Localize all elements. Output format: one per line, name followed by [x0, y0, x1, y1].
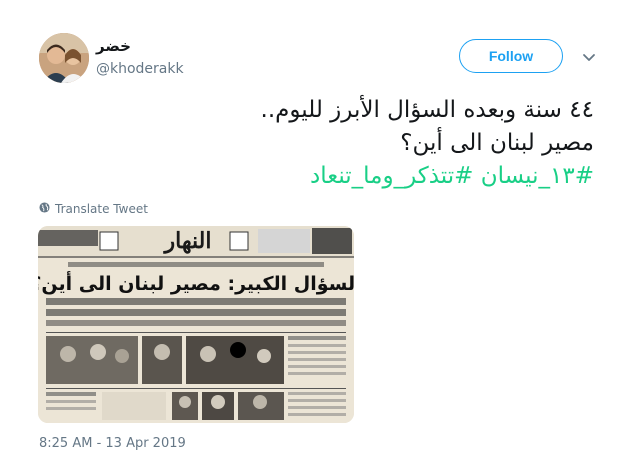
hashtag-link[interactable]: #١٣_نيسان: [481, 163, 594, 189]
translate-tweet-link[interactable]: Translate Tweet: [39, 202, 148, 216]
masthead: النهار: [163, 228, 212, 254]
tweet-text: ٤٤ سنة وبعده السؤال الأبرز لليوم.. مصير …: [39, 94, 594, 193]
author-display-name[interactable]: خضر: [96, 37, 156, 55]
headline: السؤال الكبير: مصير لبنان الى أين؟: [38, 271, 354, 295]
tweet-card: خضر @khoderakk Follow ٤٤ سنة وبعده السؤا…: [0, 0, 637, 467]
chevron-down-icon[interactable]: [582, 49, 596, 63]
user-avatar-image: [39, 33, 89, 83]
tweet-hashtags: #١٣_نيسان #تتذكر_وما_تنعاد: [39, 160, 594, 193]
author-avatar[interactable]: [39, 33, 89, 83]
newspaper-photo: النهار السؤال الكبير: مصير لبنان الى أين…: [38, 226, 354, 423]
globe-icon: [39, 202, 50, 216]
follow-button[interactable]: Follow: [459, 39, 563, 73]
tweet-media-image[interactable]: النهار السؤال الكبير: مصير لبنان الى أين…: [38, 226, 354, 423]
tweet-line-1: ٤٤ سنة وبعده السؤال الأبرز لليوم..: [260, 97, 594, 123]
translate-label: Translate Tweet: [55, 202, 148, 216]
hashtag-link[interactable]: #تتذكر_وما_تنعاد: [310, 163, 473, 189]
tweet-timestamp[interactable]: 8:25 AM - 13 Apr 2019: [39, 436, 186, 451]
tweet-line-2: مصير لبنان الى أين؟: [400, 130, 594, 156]
author-handle[interactable]: @khoderakk: [96, 61, 184, 77]
